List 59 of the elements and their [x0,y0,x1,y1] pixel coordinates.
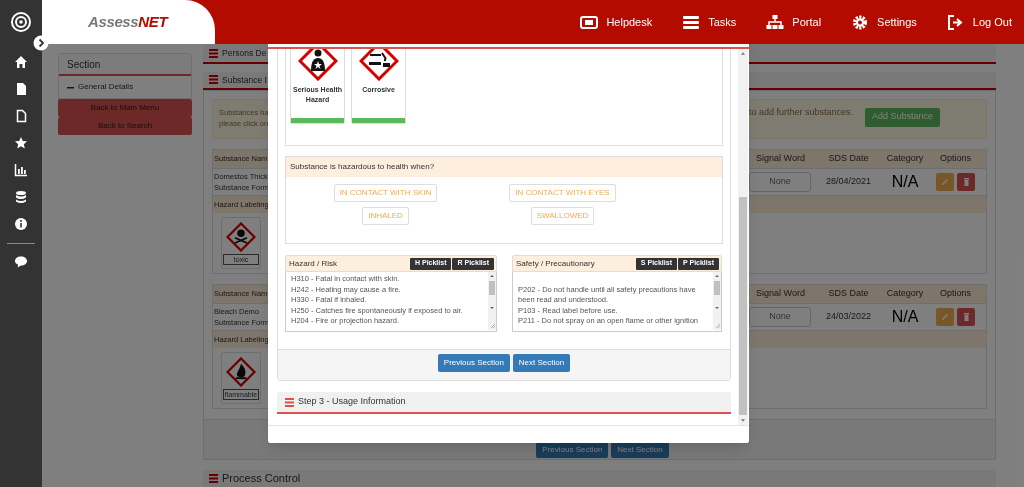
pencil-icon [941,312,949,322]
bar-chart-icon [14,163,28,177]
chat-bubble-icon [14,255,28,269]
panel-title: Hazard / Risk [289,257,338,270]
logout-icon [946,14,965,30]
skull-pictogram-icon [226,221,256,252]
menu-icon [285,397,294,407]
document-icon [14,82,28,96]
trash-icon [962,177,970,186]
nav-link[interactable]: Portal [766,13,822,31]
settings-icon [851,14,870,30]
menu-icon [209,473,218,483]
step-panel-header[interactable]: Step 3 - Usage Information [277,392,731,414]
nav-link[interactable]: Tasks [682,13,737,31]
question-text: Substance is hazardous to health when? [290,161,435,173]
column-header: Signal Word [755,151,806,165]
nav-link[interactable]: Helpdesk [580,13,653,31]
section-nav-button[interactable]: Next Section [512,354,571,372]
home-icon [14,55,28,69]
menu-icon [209,75,218,85]
sitemap-icon [766,14,785,30]
column-header: Category [885,151,925,165]
database-icon [14,190,28,204]
nav-link[interactable]: Log Out [946,13,1012,31]
table-cell-text: 28/04/2021 [824,174,872,188]
logo-text: AssessNET [88,11,168,32]
column-header: Options [939,286,972,300]
panel-title: Safety / Precautionary [516,257,596,270]
star-icon [14,136,28,150]
ticket-icon [580,14,599,30]
panel-title: Section [67,57,101,72]
blank-document-icon [14,109,28,123]
alert-text: to add further substances. [749,106,855,118]
column-header: Category [885,286,925,300]
edit-button[interactable] [936,307,954,326]
panel-title: Substance I [222,73,267,87]
list-icon [682,14,701,30]
table-cell-text: N/A [890,171,920,192]
delete-button[interactable] [957,307,975,326]
edit-button[interactable] [936,172,954,191]
table-cell-text: 24/03/2022 [824,309,872,323]
menu-icon [209,48,218,58]
column-header: Signal Word [755,286,806,300]
column-header: SDS Date [827,151,870,165]
panel-title: Persons De [222,46,267,60]
pencil-icon [941,177,949,187]
delete-button[interactable] [957,172,975,191]
flame-pictogram-icon [226,356,256,387]
scrollbar-drawing [713,272,721,330]
trash-icon [962,312,970,321]
column-header: Options [939,151,972,165]
section-nav-button[interactable]: Previous Section [437,354,510,372]
column-header: SDS Date [827,286,870,300]
logo-icon [10,11,32,33]
nav-link[interactable]: Settings [851,13,917,31]
panel-title: Process Control [222,471,301,487]
table-cell-text: N/A [890,306,920,327]
info-icon [14,217,28,231]
scrollbar-drawing [488,272,496,330]
